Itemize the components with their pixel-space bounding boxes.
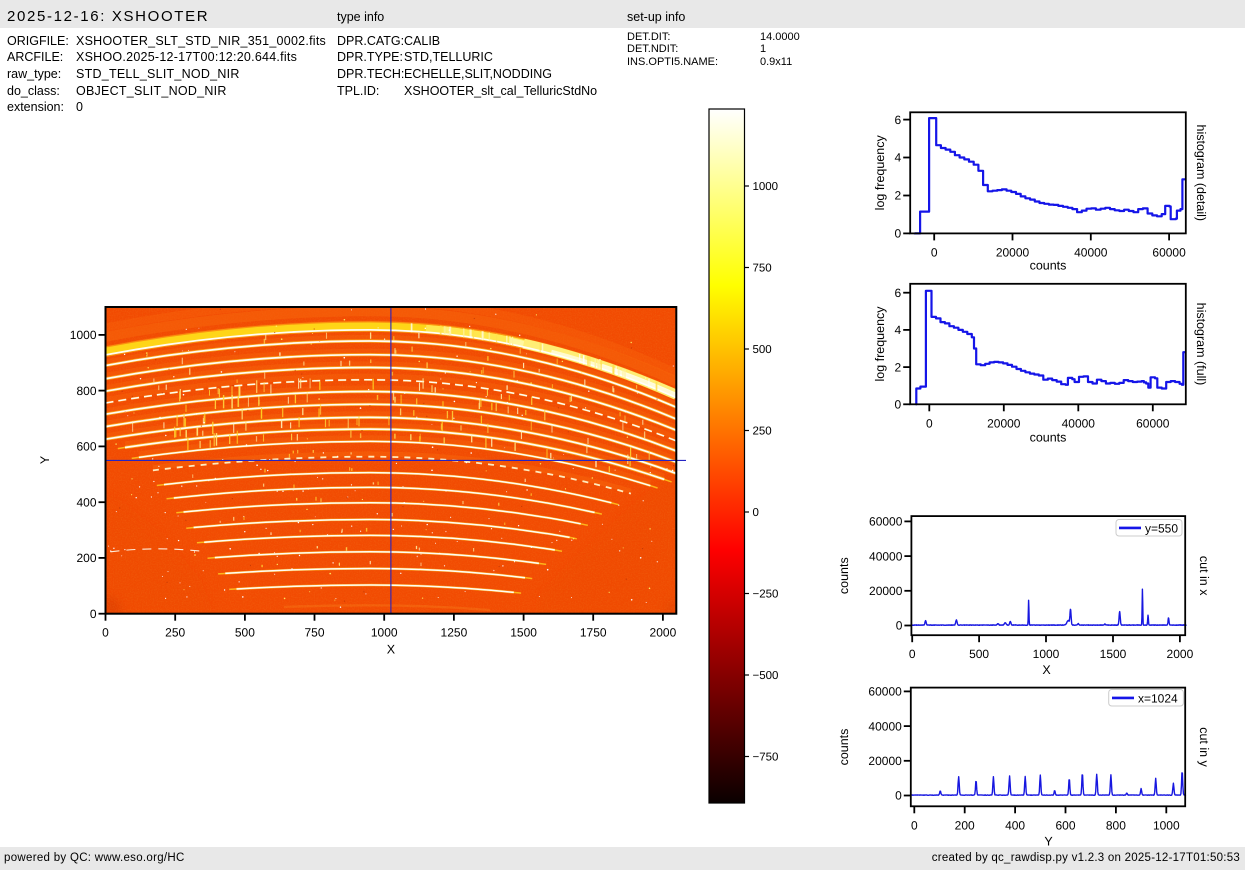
- svg-text:0: 0: [931, 245, 938, 259]
- svg-text:X: X: [1042, 663, 1051, 677]
- svg-text:0: 0: [909, 647, 916, 661]
- svg-text:2000: 2000: [650, 626, 677, 640]
- svg-text:6: 6: [895, 113, 902, 127]
- svg-text:1750: 1750: [580, 626, 607, 640]
- svg-text:500: 500: [753, 344, 772, 356]
- svg-text:1500: 1500: [1100, 647, 1127, 661]
- svg-text:20000: 20000: [869, 584, 903, 598]
- svg-text:200: 200: [76, 551, 96, 565]
- svg-text:40000: 40000: [868, 719, 902, 733]
- svg-text:60000: 60000: [1136, 416, 1170, 430]
- svg-text:2000: 2000: [1167, 647, 1194, 661]
- svg-text:1000: 1000: [1153, 818, 1180, 832]
- svg-text:1000: 1000: [753, 181, 779, 193]
- svg-text:1000: 1000: [371, 626, 398, 640]
- svg-text:counts: counts: [837, 557, 851, 594]
- svg-text:250: 250: [165, 626, 185, 640]
- svg-text:800: 800: [1106, 818, 1126, 832]
- svg-text:4: 4: [895, 151, 902, 165]
- svg-text:0: 0: [90, 607, 97, 621]
- svg-text:20000: 20000: [996, 245, 1030, 259]
- svg-text:cut in x: cut in x: [1197, 556, 1211, 596]
- svg-text:40000: 40000: [869, 549, 903, 563]
- svg-text:counts: counts: [837, 729, 851, 766]
- svg-text:750: 750: [304, 626, 324, 640]
- svg-text:0: 0: [753, 507, 759, 519]
- svg-text:800: 800: [76, 384, 96, 398]
- svg-text:20000: 20000: [868, 754, 902, 768]
- svg-text:−250: −250: [753, 589, 779, 601]
- svg-text:log frequency: log frequency: [873, 135, 887, 211]
- svg-text:0: 0: [911, 818, 918, 832]
- svg-text:0: 0: [895, 398, 902, 412]
- svg-text:2: 2: [895, 360, 902, 374]
- svg-text:0: 0: [926, 416, 933, 430]
- svg-text:6: 6: [895, 286, 902, 300]
- svg-text:600: 600: [1055, 818, 1075, 832]
- svg-text:cut in y: cut in y: [1197, 727, 1211, 767]
- svg-text:−500: −500: [753, 670, 779, 682]
- svg-text:60000: 60000: [1152, 245, 1186, 259]
- svg-text:400: 400: [76, 495, 96, 509]
- svg-text:1000: 1000: [70, 328, 97, 342]
- svg-text:20000: 20000: [987, 416, 1021, 430]
- svg-text:40000: 40000: [1074, 245, 1108, 259]
- svg-text:0: 0: [896, 619, 903, 633]
- svg-text:1500: 1500: [510, 626, 537, 640]
- svg-text:log frequency: log frequency: [873, 306, 887, 382]
- svg-text:60000: 60000: [869, 515, 903, 529]
- svg-text:Y: Y: [38, 455, 52, 464]
- svg-text:1250: 1250: [441, 626, 468, 640]
- svg-text:2: 2: [895, 189, 902, 203]
- svg-text:x=1024: x=1024: [1138, 691, 1178, 705]
- svg-text:4: 4: [895, 323, 902, 337]
- svg-text:−750: −750: [753, 752, 779, 764]
- svg-text:200: 200: [955, 818, 975, 832]
- svg-text:0: 0: [895, 227, 902, 241]
- svg-text:600: 600: [76, 440, 96, 454]
- svg-text:histogram (full): histogram (full): [1194, 303, 1208, 386]
- svg-text:400: 400: [1005, 818, 1025, 832]
- svg-text:500: 500: [235, 626, 255, 640]
- svg-text:histogram (detail): histogram (detail): [1194, 125, 1208, 222]
- svg-text:500: 500: [969, 647, 989, 661]
- svg-text:counts: counts: [1030, 431, 1067, 445]
- svg-text:60000: 60000: [868, 685, 902, 699]
- svg-text:250: 250: [753, 426, 772, 438]
- svg-text:counts: counts: [1030, 259, 1067, 273]
- svg-text:y=550: y=550: [1145, 521, 1178, 535]
- svg-text:1000: 1000: [1033, 647, 1060, 661]
- svg-text:Y: Y: [1044, 834, 1053, 848]
- svg-text:0: 0: [102, 626, 109, 640]
- svg-text:40000: 40000: [1062, 416, 1096, 430]
- svg-text:750: 750: [753, 263, 772, 275]
- svg-text:X: X: [387, 643, 396, 657]
- svg-text:0: 0: [895, 789, 902, 803]
